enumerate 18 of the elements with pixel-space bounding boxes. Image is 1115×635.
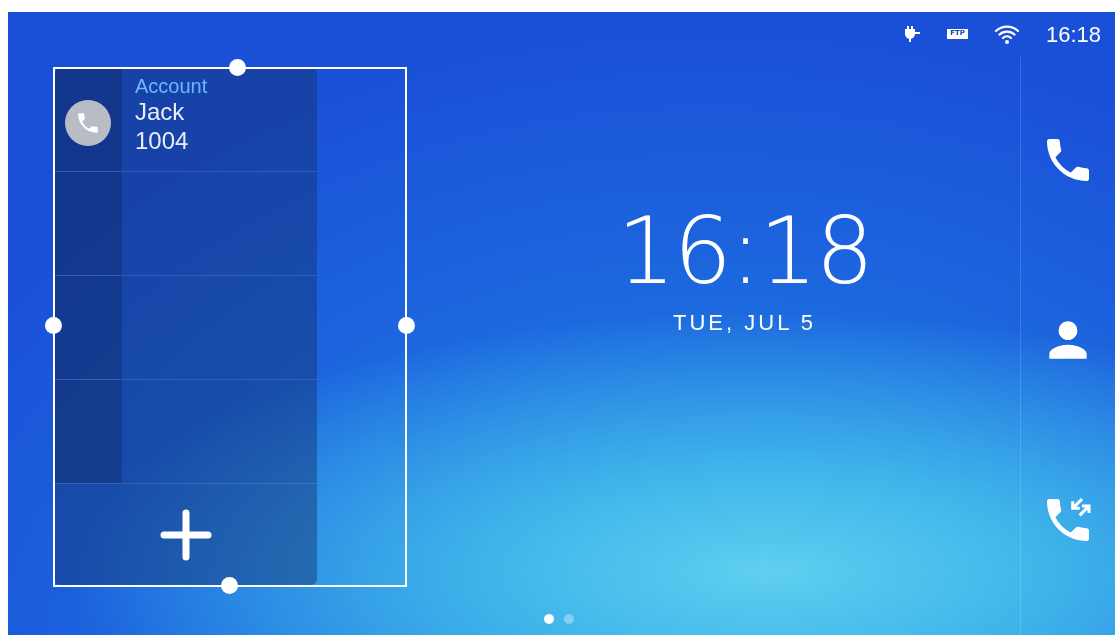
plug-icon	[905, 25, 922, 43]
resize-handle[interactable]	[229, 59, 246, 76]
resize-handle[interactable]	[221, 577, 238, 594]
clock-time: 16:18	[616, 206, 873, 298]
status-time: 16:18	[1045, 20, 1101, 49]
resize-handle[interactable]	[398, 317, 415, 334]
page-dot[interactable]	[544, 614, 554, 624]
phone-avatar-icon	[65, 100, 111, 146]
resize-handle[interactable]	[45, 317, 62, 334]
account-name: Jack	[135, 98, 186, 127]
page-dot[interactable]	[564, 614, 574, 624]
account-widget[interactable]: Account Jack 1004	[55, 68, 317, 585]
add-button[interactable]	[160, 508, 212, 561]
clock-date: TUE, JUL 5	[673, 309, 816, 337]
account-label: Account	[135, 74, 208, 98]
wifi-icon	[993, 23, 1020, 45]
resize-frame[interactable]	[53, 67, 407, 587]
account-number: 1004	[135, 126, 190, 156]
